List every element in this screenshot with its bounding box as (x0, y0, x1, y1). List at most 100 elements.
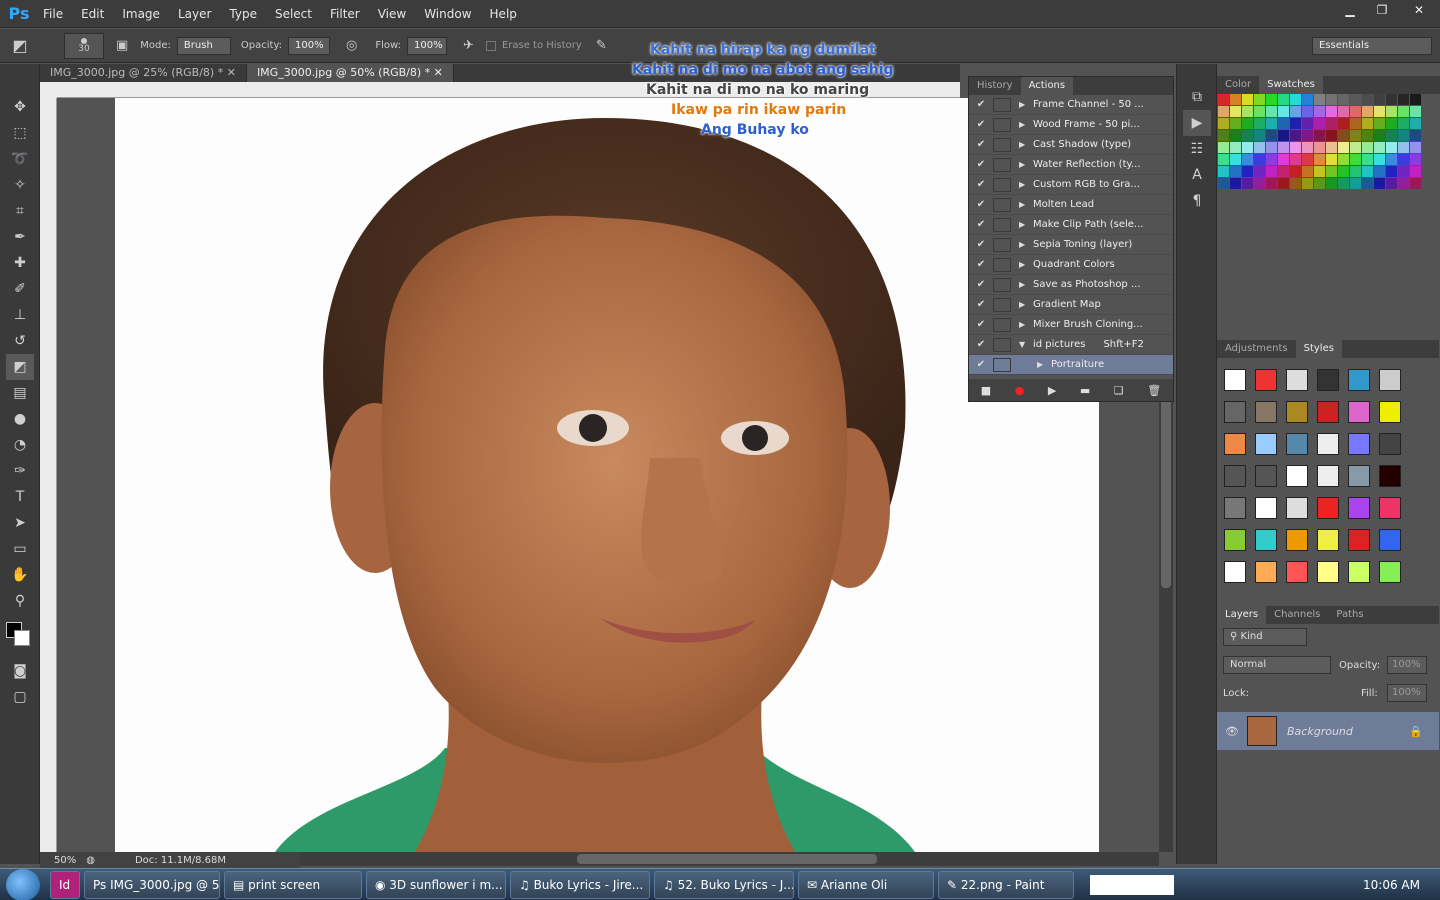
swatch[interactable] (1326, 166, 1337, 177)
swatch[interactable] (1290, 130, 1301, 141)
swatch[interactable] (1290, 142, 1301, 153)
style-tile[interactable] (1379, 369, 1401, 391)
brush-tool-icon[interactable]: ✐ (6, 276, 34, 302)
swatch[interactable] (1386, 154, 1397, 165)
tab-adjustments[interactable]: Adjustments (1217, 340, 1296, 358)
action-item[interactable]: ✔ ▶ Cast Shadow (type) (969, 135, 1173, 155)
quick-mask-icon[interactable]: ◙ (6, 658, 34, 684)
dialog-toggle[interactable] (993, 237, 1011, 252)
properties-panel-icon[interactable]: ☷ (1183, 136, 1211, 162)
swatch[interactable] (1290, 118, 1301, 129)
tab-actions[interactable]: Actions (1020, 77, 1074, 95)
tab-doc-25[interactable]: IMG_3000.jpg @ 25% (RGB/8) * ✕ (40, 64, 247, 82)
swatch[interactable] (1314, 166, 1325, 177)
swatch[interactable] (1278, 118, 1289, 129)
zoom-tool-icon[interactable]: ⚲ (6, 588, 34, 614)
status-icon[interactable]: ◍ (86, 855, 95, 866)
swatch[interactable] (1266, 178, 1277, 189)
lasso-tool-icon[interactable]: ➰ (6, 146, 34, 172)
style-tile[interactable] (1317, 529, 1339, 551)
swatch[interactable] (1374, 154, 1385, 165)
layer-row-background[interactable]: 👁 Background 🔒 (1217, 712, 1439, 750)
layer-name[interactable]: Background (1287, 725, 1353, 738)
history-brush-tool-icon[interactable]: ↺ (6, 328, 34, 354)
style-tile[interactable] (1224, 401, 1246, 423)
style-tile[interactable] (1255, 497, 1277, 519)
swatch[interactable] (1398, 142, 1409, 153)
expand-icon[interactable]: ▶ (1019, 120, 1033, 129)
layer-opacity-input[interactable]: 100% (1387, 656, 1427, 674)
action-set[interactable]: ✔ ▼ id pictures Shft+F2 (969, 335, 1173, 355)
flow-input[interactable]: 100% (407, 36, 448, 55)
swatch[interactable] (1266, 130, 1277, 141)
swatch[interactable] (1218, 118, 1229, 129)
style-tile[interactable] (1255, 465, 1277, 487)
check-icon[interactable]: ✔ (969, 159, 993, 170)
swatch[interactable] (1326, 106, 1337, 117)
swatch[interactable] (1266, 154, 1277, 165)
swatch[interactable] (1314, 118, 1325, 129)
swatch[interactable] (1278, 142, 1289, 153)
tab-swatches[interactable]: Swatches (1259, 76, 1323, 94)
swatch[interactable] (1278, 94, 1289, 105)
eyedropper-tool-icon[interactable]: ✒ (6, 224, 34, 250)
swatch[interactable] (1314, 106, 1325, 117)
action-item-selected[interactable]: ✔ ▶ Portraiture (969, 355, 1173, 375)
swatch[interactable] (1398, 154, 1409, 165)
expand-icon[interactable]: ▶ (1019, 160, 1033, 169)
swatch[interactable] (1398, 166, 1409, 177)
check-icon[interactable]: ✔ (969, 359, 993, 370)
tab-history[interactable]: History (969, 77, 1021, 95)
quick-select-tool-icon[interactable]: ✧ (6, 172, 34, 198)
check-icon[interactable]: ✔ (969, 259, 993, 270)
swatch[interactable] (1230, 106, 1241, 117)
swatch[interactable] (1362, 154, 1373, 165)
restore-icon[interactable]: ❐ (1366, 0, 1398, 20)
style-tile[interactable] (1255, 369, 1277, 391)
swatch[interactable] (1230, 178, 1241, 189)
swatch[interactable] (1362, 130, 1373, 141)
taskbar-firefox[interactable]: ◉ 3D sunflower i m... (366, 870, 506, 899)
swatch[interactable] (1254, 130, 1265, 141)
swatch[interactable] (1410, 130, 1421, 141)
style-tile[interactable] (1286, 497, 1308, 519)
swatch-grid[interactable] (1218, 94, 1424, 190)
close-icon[interactable]: ✕ (434, 66, 443, 79)
action-item[interactable]: ✔ ▶ Gradient Map (969, 295, 1173, 315)
actions-panel-icon[interactable]: ▶ (1183, 110, 1211, 136)
paragraph-panel-icon[interactable]: ¶ (1183, 188, 1211, 214)
swatch[interactable] (1386, 178, 1397, 189)
record-icon[interactable]: ● (1015, 384, 1025, 397)
swatch[interactable] (1266, 118, 1277, 129)
close-icon[interactable]: ✕ (1398, 0, 1440, 20)
swatch[interactable] (1242, 106, 1253, 117)
swatch[interactable] (1278, 166, 1289, 177)
pressure-opacity-icon[interactable]: ◎ (346, 38, 357, 53)
taskbar-lyrics-2[interactable]: ♫ 52. Buko Lyrics - J... (654, 870, 794, 899)
horizontal-scrollbar[interactable] (300, 852, 1159, 866)
swatch[interactable] (1338, 166, 1349, 177)
swatch[interactable] (1362, 178, 1373, 189)
swatch[interactable] (1350, 178, 1361, 189)
swatch[interactable] (1218, 142, 1229, 153)
swatch[interactable] (1290, 166, 1301, 177)
check-icon[interactable]: ✔ (969, 339, 993, 350)
dodge-tool-icon[interactable]: ◔ (6, 432, 34, 458)
eye-icon[interactable]: 👁 (1217, 725, 1247, 738)
swatch[interactable] (1254, 118, 1265, 129)
taskbar-lyrics[interactable]: ♫ Buko Lyrics - Jire... (510, 870, 650, 899)
action-item[interactable]: ✔ ▶ Molten Lead (969, 195, 1173, 215)
expand-icon[interactable]: ▶ (1019, 280, 1033, 289)
swatch[interactable] (1326, 178, 1337, 189)
style-tile[interactable] (1286, 561, 1308, 583)
check-icon[interactable]: ✔ (969, 119, 993, 130)
expand-icon[interactable]: ▶ (1019, 260, 1033, 269)
menu-help[interactable]: Help (481, 0, 526, 28)
history-panel-icon[interactable]: ⧉ (1183, 84, 1211, 110)
expand-icon[interactable]: ▶ (1037, 360, 1051, 369)
path-select-tool-icon[interactable]: ➤ (6, 510, 34, 536)
blur-tool-icon[interactable]: ● (6, 406, 34, 432)
swatch[interactable] (1266, 142, 1277, 153)
swatch[interactable] (1374, 106, 1385, 117)
expand-icon[interactable]: ▶ (1019, 320, 1033, 329)
